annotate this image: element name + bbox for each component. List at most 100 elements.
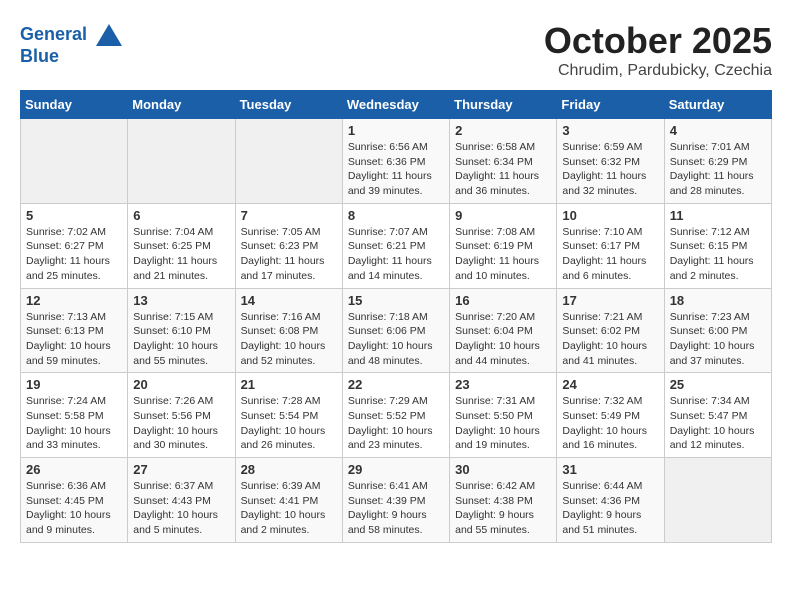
day-info: Sunrise: 7:32 AMSunset: 5:49 PMDaylight:… (562, 394, 658, 453)
day-number: 19 (26, 377, 122, 392)
day-number: 9 (455, 208, 551, 223)
calendar-week-row: 1Sunrise: 6:56 AMSunset: 6:36 PMDaylight… (21, 119, 772, 204)
day-number: 17 (562, 293, 658, 308)
location-subtitle: Chrudim, Pardubicky, Czechia (544, 62, 772, 80)
day-info: Sunrise: 7:18 AMSunset: 6:06 PMDaylight:… (348, 310, 444, 369)
day-number: 18 (670, 293, 766, 308)
logo: General Blue (20, 20, 124, 67)
day-number: 13 (133, 293, 229, 308)
day-info: Sunrise: 7:15 AMSunset: 6:10 PMDaylight:… (133, 310, 229, 369)
day-info: Sunrise: 7:21 AMSunset: 6:02 PMDaylight:… (562, 310, 658, 369)
calendar-cell: 12Sunrise: 7:13 AMSunset: 6:13 PMDayligh… (21, 288, 128, 373)
day-info: Sunrise: 6:58 AMSunset: 6:34 PMDaylight:… (455, 140, 551, 199)
day-info: Sunrise: 7:04 AMSunset: 6:25 PMDaylight:… (133, 225, 229, 284)
weekday-header-sunday: Sunday (21, 91, 128, 119)
day-info: Sunrise: 6:59 AMSunset: 6:32 PMDaylight:… (562, 140, 658, 199)
day-number: 20 (133, 377, 229, 392)
day-number: 31 (562, 462, 658, 477)
day-number: 14 (241, 293, 337, 308)
day-number: 7 (241, 208, 337, 223)
weekday-header-row: SundayMondayTuesdayWednesdayThursdayFrid… (21, 91, 772, 119)
calendar-cell: 4 Sunrise: 7:01 AMSunset: 6:29 PMDaylight… (664, 119, 771, 204)
day-info: Sunrise: 6:39 AMSunset: 4:41 PMDaylight:… (241, 479, 337, 538)
day-number: 6 (133, 208, 229, 223)
calendar-cell (664, 458, 771, 543)
day-info: Sunrise: 6:37 AMSunset: 4:43 PMDaylight:… (133, 479, 229, 538)
day-number: 2 (455, 123, 551, 138)
calendar-cell: 29 Sunrise: 6:41 AMSunset: 4:39 PMDayligh… (342, 458, 449, 543)
calendar-cell: 5 Sunrise: 7:02 AMSunset: 6:27 PMDaylight… (21, 203, 128, 288)
calendar-cell: 16 Sunrise: 7:20 AMSunset: 6:04 PMDayligh… (450, 288, 557, 373)
day-number: 24 (562, 377, 658, 392)
day-number: 12 (26, 293, 122, 308)
day-info: Sunrise: 7:08 AMSunset: 6:19 PMDaylight:… (455, 225, 551, 284)
calendar-cell: 22 Sunrise: 7:29 AMSunset: 5:52 PMDayligh… (342, 373, 449, 458)
calendar-week-row: 26 Sunrise: 6:36 AMSunset: 4:45 PMDayligh… (21, 458, 772, 543)
day-number: 11 (670, 208, 766, 223)
day-info: Sunrise: 6:41 AMSunset: 4:39 PMDaylight:… (348, 479, 444, 538)
calendar-cell: 19 Sunrise: 7:24 AMSunset: 5:58 PMDayligh… (21, 373, 128, 458)
calendar-cell (235, 119, 342, 204)
day-number: 8 (348, 208, 444, 223)
calendar-cell: 21Sunrise: 7:28 AMSunset: 5:54 PMDayligh… (235, 373, 342, 458)
day-info: Sunrise: 7:10 AMSunset: 6:17 PMDaylight:… (562, 225, 658, 284)
day-info: Sunrise: 7:23 AMSunset: 6:00 PMDaylight:… (670, 310, 766, 369)
calendar-cell: 18 Sunrise: 7:23 AMSunset: 6:00 PMDayligh… (664, 288, 771, 373)
day-info: Sunrise: 7:05 AMSunset: 6:23 PMDaylight:… (241, 225, 337, 284)
day-info: Sunrise: 6:36 AMSunset: 4:45 PMDaylight:… (26, 479, 122, 538)
calendar-cell (128, 119, 235, 204)
calendar-cell: 6 Sunrise: 7:04 AMSunset: 6:25 PMDaylight… (128, 203, 235, 288)
day-info: Sunrise: 7:02 AMSunset: 6:27 PMDaylight:… (26, 225, 122, 284)
calendar-cell: 7 Sunrise: 7:05 AMSunset: 6:23 PMDaylight… (235, 203, 342, 288)
day-info: Sunrise: 7:07 AMSunset: 6:21 PMDaylight:… (348, 225, 444, 284)
day-number: 30 (455, 462, 551, 477)
calendar-table: SundayMondayTuesdayWednesdayThursdayFrid… (20, 90, 772, 543)
calendar-cell: 3Sunrise: 6:59 AMSunset: 6:32 PMDaylight… (557, 119, 664, 204)
day-info: Sunrise: 7:16 AMSunset: 6:08 PMDaylight:… (241, 310, 337, 369)
calendar-cell: 10 Sunrise: 7:10 AMSunset: 6:17 PMDayligh… (557, 203, 664, 288)
day-info: Sunrise: 7:20 AMSunset: 6:04 PMDaylight:… (455, 310, 551, 369)
calendar-cell: 31 Sunrise: 6:44 AMSunset: 4:36 PMDayligh… (557, 458, 664, 543)
calendar-week-row: 19 Sunrise: 7:24 AMSunset: 5:58 PMDayligh… (21, 373, 772, 458)
weekday-header-friday: Friday (557, 91, 664, 119)
calendar-cell: 11 Sunrise: 7:12 AMSunset: 6:15 PMDayligh… (664, 203, 771, 288)
day-number: 27 (133, 462, 229, 477)
calendar-cell: 24 Sunrise: 7:32 AMSunset: 5:49 PMDayligh… (557, 373, 664, 458)
day-info: Sunrise: 7:34 AMSunset: 5:47 PMDaylight:… (670, 394, 766, 453)
day-number: 28 (241, 462, 337, 477)
day-info: Sunrise: 7:01 AMSunset: 6:29 PMDaylight:… (670, 140, 766, 199)
day-number: 4 (670, 123, 766, 138)
month-title: October 2025 (544, 20, 772, 62)
calendar-cell: 9 Sunrise: 7:08 AMSunset: 6:19 PMDaylight… (450, 203, 557, 288)
day-info: Sunrise: 6:42 AMSunset: 4:38 PMDaylight:… (455, 479, 551, 538)
day-number: 16 (455, 293, 551, 308)
day-number: 10 (562, 208, 658, 223)
day-info: Sunrise: 7:12 AMSunset: 6:15 PMDaylight:… (670, 225, 766, 284)
day-info: Sunrise: 7:28 AMSunset: 5:54 PMDaylight:… (241, 394, 337, 453)
weekday-header-thursday: Thursday (450, 91, 557, 119)
calendar-cell: 17 Sunrise: 7:21 AMSunset: 6:02 PMDayligh… (557, 288, 664, 373)
day-info: Sunrise: 7:31 AMSunset: 5:50 PMDaylight:… (455, 394, 551, 453)
day-info: Sunrise: 7:24 AMSunset: 5:58 PMDaylight:… (26, 394, 122, 453)
calendar-cell: 26 Sunrise: 6:36 AMSunset: 4:45 PMDayligh… (21, 458, 128, 543)
day-number: 15 (348, 293, 444, 308)
calendar-week-row: 12Sunrise: 7:13 AMSunset: 6:13 PMDayligh… (21, 288, 772, 373)
day-info: Sunrise: 6:44 AMSunset: 4:36 PMDaylight:… (562, 479, 658, 538)
day-number: 26 (26, 462, 122, 477)
calendar-cell: 25Sunrise: 7:34 AMSunset: 5:47 PMDayligh… (664, 373, 771, 458)
calendar-week-row: 5 Sunrise: 7:02 AMSunset: 6:27 PMDaylight… (21, 203, 772, 288)
calendar-cell: 14 Sunrise: 7:16 AMSunset: 6:08 PMDayligh… (235, 288, 342, 373)
weekday-header-monday: Monday (128, 91, 235, 119)
calendar-cell: 27 Sunrise: 6:37 AMSunset: 4:43 PMDayligh… (128, 458, 235, 543)
day-number: 5 (26, 208, 122, 223)
calendar-cell: 15 Sunrise: 7:18 AMSunset: 6:06 PMDayligh… (342, 288, 449, 373)
calendar-cell: 23Sunrise: 7:31 AMSunset: 5:50 PMDayligh… (450, 373, 557, 458)
title-block: October 2025 Chrudim, Pardubicky, Czechi… (544, 20, 772, 80)
day-info: Sunrise: 7:29 AMSunset: 5:52 PMDaylight:… (348, 394, 444, 453)
day-info: Sunrise: 7:26 AMSunset: 5:56 PMDaylight:… (133, 394, 229, 453)
day-number: 22 (348, 377, 444, 392)
page-header: General Blue October 2025 Chrudim, Pardu… (20, 20, 772, 80)
calendar-cell: 20 Sunrise: 7:26 AMSunset: 5:56 PMDayligh… (128, 373, 235, 458)
day-number: 29 (348, 462, 444, 477)
calendar-cell (21, 119, 128, 204)
